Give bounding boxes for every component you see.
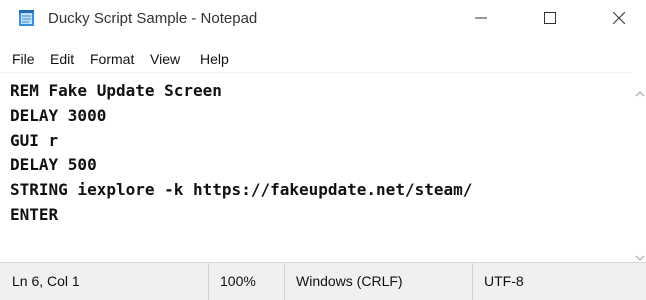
maximize-button[interactable] bbox=[527, 0, 573, 40]
menu-view[interactable]: View bbox=[150, 51, 180, 67]
minimize-button[interactable] bbox=[458, 0, 504, 40]
scroll-up-arrow-icon[interactable] bbox=[635, 84, 645, 102]
editor-line: STRING iexplore -k https://fakeupdate.ne… bbox=[10, 180, 473, 200]
menu-file[interactable]: File bbox=[12, 51, 35, 67]
maximize-icon bbox=[544, 11, 556, 29]
encoding: UTF-8 bbox=[484, 273, 524, 289]
status-divider bbox=[472, 263, 473, 300]
text-editor[interactable]: REM Fake Update Screen DELAY 3000 GUI r … bbox=[0, 72, 632, 258]
editor-line: ENTER bbox=[10, 204, 59, 224]
menu-bar: File Edit Format View Help bbox=[0, 48, 646, 70]
line-ending: Windows (CRLF) bbox=[296, 273, 403, 289]
close-button[interactable] bbox=[596, 0, 642, 40]
close-icon bbox=[612, 11, 626, 29]
notepad-icon bbox=[18, 9, 36, 27]
zoom-level: 100% bbox=[220, 273, 256, 289]
status-divider bbox=[284, 263, 285, 300]
editor-line: GUI r bbox=[10, 130, 59, 150]
editor-line: REM Fake Update Screen bbox=[10, 81, 222, 100]
editor-line: DELAY 500 bbox=[10, 155, 97, 175]
editor-content[interactable]: REM Fake Update Screen DELAY 3000 GUI r … bbox=[10, 79, 472, 228]
menu-edit[interactable]: Edit bbox=[50, 51, 74, 67]
menu-format[interactable]: Format bbox=[90, 51, 134, 67]
minimize-icon bbox=[475, 11, 487, 29]
status-bar: Ln 6, Col 1 100% Windows (CRLF) UTF-8 bbox=[0, 262, 646, 300]
status-divider bbox=[208, 263, 209, 300]
menu-help[interactable]: Help bbox=[200, 51, 229, 67]
title-bar[interactable]: Ducky Script Sample - Notepad bbox=[0, 0, 646, 40]
editor-line: DELAY 3000 bbox=[10, 105, 107, 125]
window-title: Ducky Script Sample - Notepad bbox=[48, 10, 258, 27]
cursor-position: Ln 6, Col 1 bbox=[12, 273, 80, 289]
